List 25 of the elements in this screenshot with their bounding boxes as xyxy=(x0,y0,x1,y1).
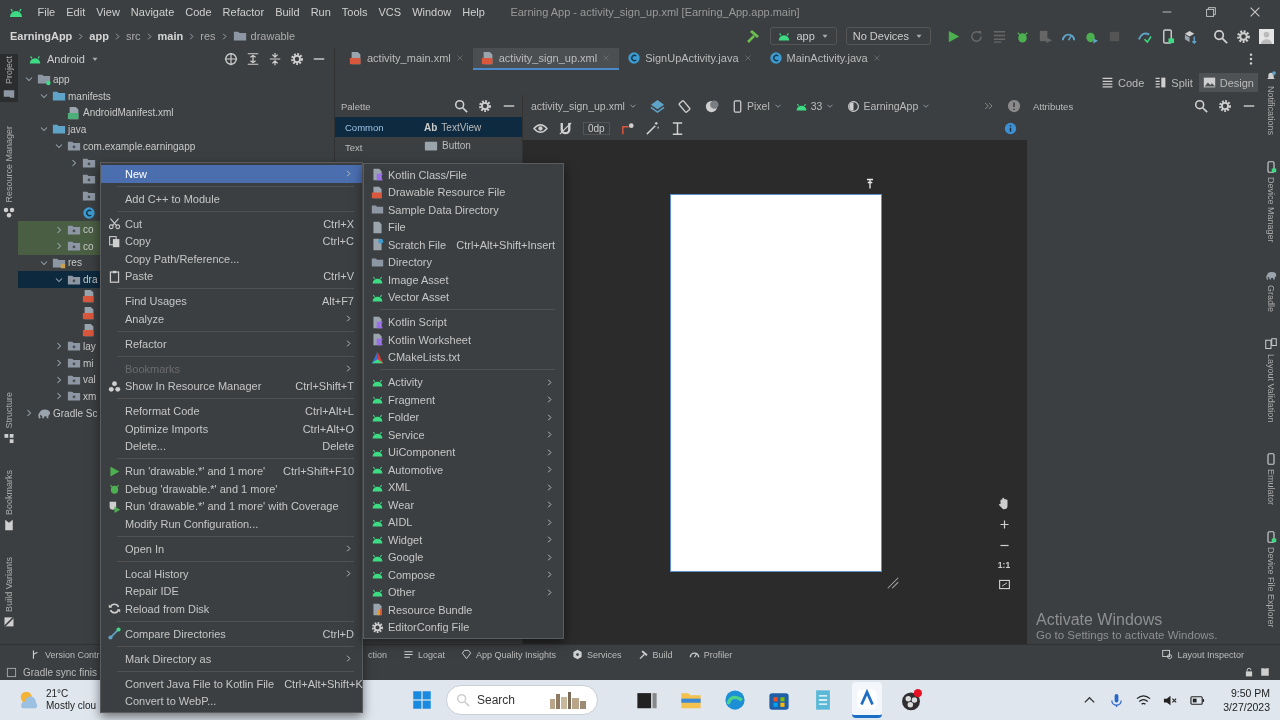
clock-time: 9:50 PM xyxy=(1230,686,1270,700)
shortcut-label: Ctrl+Alt+Shift+Insert xyxy=(455,238,555,251)
shortcut-label: Ctrl+Alt+Shift+K xyxy=(283,677,363,690)
widget-label: Button xyxy=(442,140,471,151)
shortcut-label: Ctrl+V xyxy=(322,270,354,283)
shortcut-label: Delete xyxy=(321,440,354,453)
shortcut-label: Ctrl+Shift+T xyxy=(294,380,354,393)
panel-title: Attributes xyxy=(1033,100,1074,112)
status-message: Gradle sync finis xyxy=(23,666,97,678)
activation-text: Go to Settings to activate Windows. xyxy=(1036,629,1218,641)
shortcut-label: Ctrl+Shift+F10 xyxy=(282,465,354,478)
shortcut-label: Ctrl+X xyxy=(322,217,354,230)
widget-glyph: Ab xyxy=(424,121,438,133)
shortcut-label: Ctrl+Alt+O xyxy=(301,422,354,435)
panel-title: Palette xyxy=(341,100,371,112)
shortcut-label: Ctrl+C xyxy=(321,235,354,248)
shortcut-label: Ctrl+D xyxy=(321,627,354,640)
activation-heading: Activate Windows xyxy=(1036,611,1164,629)
window-title: Earning App - activity_sign_up.xml [Earning_App.app.main] xyxy=(510,6,800,18)
widget-label: TextView xyxy=(441,121,482,133)
weather-label: Mostly clou xyxy=(46,700,96,712)
clock-date: 3/27/2023 xyxy=(1223,700,1270,714)
shortcut-label: Ctrl+Alt+L xyxy=(304,405,354,418)
shortcut-label: Alt+F7 xyxy=(320,295,354,308)
temperature-label: 21°C xyxy=(46,688,70,700)
